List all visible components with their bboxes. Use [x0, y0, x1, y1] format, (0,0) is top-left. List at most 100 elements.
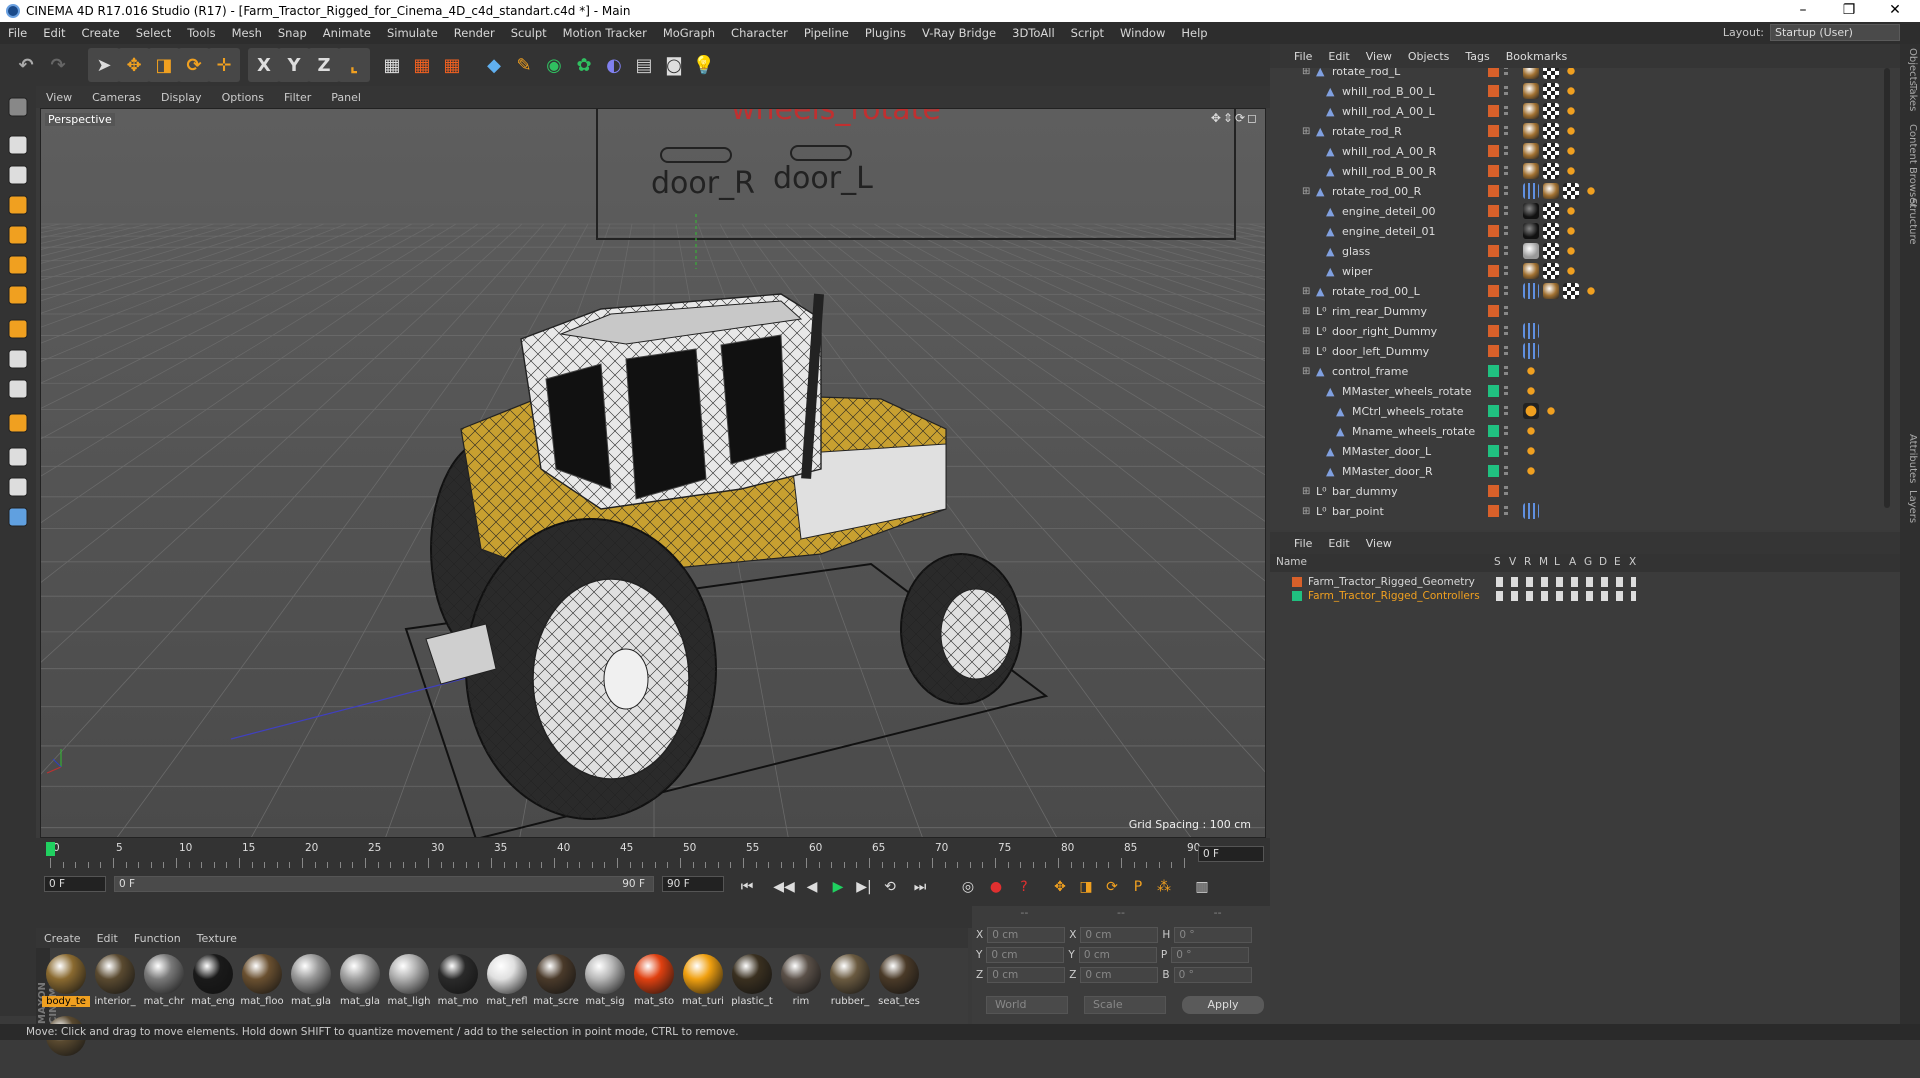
tag-dots-icon[interactable]: [1523, 443, 1539, 459]
go-to-end-icon[interactable]: ⏭: [908, 875, 932, 899]
visibility-dots[interactable]: [1504, 186, 1508, 196]
visibility-dots[interactable]: [1504, 166, 1508, 176]
material-swatch[interactable]: mat_refl: [483, 952, 531, 1016]
material-swatch[interactable]: rubber_: [826, 952, 874, 1016]
layer-column-m[interactable]: M: [1539, 556, 1548, 568]
material-swatch[interactable]: mat_gla: [287, 952, 335, 1016]
layer-color-swatch[interactable]: [1488, 405, 1499, 417]
menu-v-ray-bridge[interactable]: V-Ray Bridge: [914, 22, 1004, 44]
perspective-viewport[interactable]: wheels_rotate door_R door_L Perspective …: [40, 108, 1266, 838]
menu-sculpt[interactable]: Sculpt: [503, 22, 555, 44]
expand-icon[interactable]: ⊞: [1302, 326, 1310, 337]
layer-color-swatch[interactable]: [1488, 345, 1499, 357]
layer-flags[interactable]: [1496, 590, 1636, 601]
object-name[interactable]: MMaster_door_R: [1342, 465, 1433, 478]
visibility-dots[interactable]: [1504, 246, 1508, 256]
model-mode-icon[interactable]: [3, 130, 33, 160]
material-menu-texture[interactable]: Texture: [189, 932, 245, 945]
tag-ball-icon[interactable]: [1523, 163, 1539, 179]
object-menu-objects[interactable]: Objects: [1400, 50, 1458, 63]
coord-field[interactable]: 0 cm: [987, 927, 1066, 943]
object-row[interactable]: ⊞ ▲ control_frame: [1270, 361, 1900, 381]
visibility-dots[interactable]: [1504, 206, 1508, 216]
frame-range-slider[interactable]: 0 F 90 F: [114, 876, 654, 892]
object-scrollbar[interactable]: [1884, 68, 1890, 508]
key-move-icon[interactable]: ✥: [1048, 875, 1072, 899]
object-row[interactable]: ▲ MMaster_door_L: [1270, 441, 1900, 461]
undo-icon[interactable]: ↶: [10, 48, 42, 82]
tag-check-icon[interactable]: [1543, 163, 1559, 179]
layer-color-swatch[interactable]: [1488, 125, 1499, 137]
menu-plugins[interactable]: Plugins: [857, 22, 914, 44]
render-picture-icon[interactable]: ▦: [406, 48, 438, 82]
tag-ball-icon[interactable]: [1523, 103, 1539, 119]
visibility-dots[interactable]: [1504, 486, 1508, 496]
layer-name[interactable]: Farm_Tractor_Rigged_Geometry: [1308, 576, 1475, 588]
tag-dots-icon[interactable]: [1563, 223, 1579, 239]
snap-icon[interactable]: [3, 374, 33, 404]
object-name[interactable]: rim_rear_Dummy: [1332, 305, 1427, 318]
coord-field[interactable]: 0 cm: [986, 947, 1065, 963]
object-name[interactable]: MMaster_door_L: [1342, 445, 1431, 458]
visibility-dots[interactable]: [1504, 406, 1508, 416]
menu-3dtoall[interactable]: 3DToAll: [1004, 22, 1063, 44]
maximize-button[interactable]: ❐: [1826, 0, 1872, 22]
object-name[interactable]: rotate_rod_00_R: [1332, 185, 1421, 198]
layer-color-swatch[interactable]: [1488, 105, 1499, 117]
layer-column-g[interactable]: G: [1584, 556, 1592, 568]
material-menu-function[interactable]: Function: [126, 932, 189, 945]
coord-space-select[interactable]: World: [986, 996, 1068, 1014]
layer-color-swatch[interactable]: [1488, 385, 1499, 397]
layer-menu-edit[interactable]: Edit: [1320, 537, 1357, 550]
layer-flags[interactable]: [1496, 576, 1636, 587]
visibility-dots[interactable]: [1504, 346, 1508, 356]
expand-icon[interactable]: ⊞: [1302, 68, 1310, 77]
material-swatch[interactable]: interior_: [91, 952, 139, 1016]
viewport-nav-icons[interactable]: ✥⇕⟳◻: [1211, 111, 1259, 125]
subdivision-icon[interactable]: ◉: [538, 48, 570, 82]
object-row[interactable]: ⊞ L⁰ rim_rear_Dummy: [1270, 301, 1900, 321]
visibility-dots[interactable]: [1504, 426, 1508, 436]
tag-grid-icon[interactable]: [1523, 343, 1539, 359]
timeline-ruler[interactable]: 0 5 10 15 20 25 30 35 40 45 50 55 60 65 70 75 80 85 90: [46, 842, 1200, 870]
move-tool-icon[interactable]: ✛: [208, 48, 240, 82]
viewport-menu-filter[interactable]: Filter: [274, 91, 321, 104]
light-icon[interactable]: 💡: [688, 48, 720, 82]
visibility-dots[interactable]: [1504, 68, 1508, 76]
visibility-dots[interactable]: [1504, 86, 1508, 96]
key-scale-icon[interactable]: ◨: [1074, 875, 1098, 899]
prev-frame-icon[interactable]: ◀: [800, 875, 824, 899]
menu-edit[interactable]: Edit: [35, 22, 73, 44]
object-row[interactable]: ▲ wiper: [1270, 261, 1900, 281]
tag-ball-icon[interactable]: [1523, 123, 1539, 139]
object-row[interactable]: ▲ engine_deteil_00: [1270, 201, 1900, 221]
material-swatch[interactable]: mat_mo: [434, 952, 482, 1016]
layer-color-swatch[interactable]: [1488, 68, 1499, 77]
material-swatch[interactable]: mat_sto: [630, 952, 678, 1016]
tag-grid-icon[interactable]: [1523, 323, 1539, 339]
menu-window[interactable]: Window: [1112, 22, 1173, 44]
object-menu-bookmarks[interactable]: Bookmarks: [1498, 50, 1575, 63]
layer-color-swatch[interactable]: [1488, 505, 1499, 517]
tag-grid-icon[interactable]: [1523, 283, 1539, 299]
menu-animate[interactable]: Animate: [315, 22, 379, 44]
tag-dots-icon[interactable]: [1583, 183, 1599, 199]
object-menu-edit[interactable]: Edit: [1320, 50, 1357, 63]
object-name[interactable]: control_frame: [1332, 365, 1408, 378]
layer-color-swatch[interactable]: [1488, 185, 1499, 197]
object-row[interactable]: ▲ MCtrl_wheels_rotate: [1270, 401, 1900, 421]
layer-color-swatch[interactable]: [1488, 365, 1499, 377]
object-name[interactable]: MCtrl_wheels_rotate: [1352, 405, 1464, 418]
layer-color-swatch[interactable]: [1488, 445, 1499, 457]
layer-column-x[interactable]: X: [1629, 556, 1636, 568]
python-icon[interactable]: [3, 502, 33, 532]
menu-pipeline[interactable]: Pipeline: [796, 22, 857, 44]
object-name[interactable]: engine_deteil_01: [1342, 225, 1435, 238]
object-name[interactable]: bar_point: [1332, 505, 1384, 518]
object-menu-file[interactable]: File: [1286, 50, 1320, 63]
object-name[interactable]: wiper: [1342, 265, 1372, 278]
object-row[interactable]: ⊞ L⁰ door_left_Dummy: [1270, 341, 1900, 361]
layer-color-swatch[interactable]: [1488, 265, 1499, 277]
layer-color-swatch[interactable]: [1488, 145, 1499, 157]
key-param-icon[interactable]: P: [1126, 875, 1150, 899]
